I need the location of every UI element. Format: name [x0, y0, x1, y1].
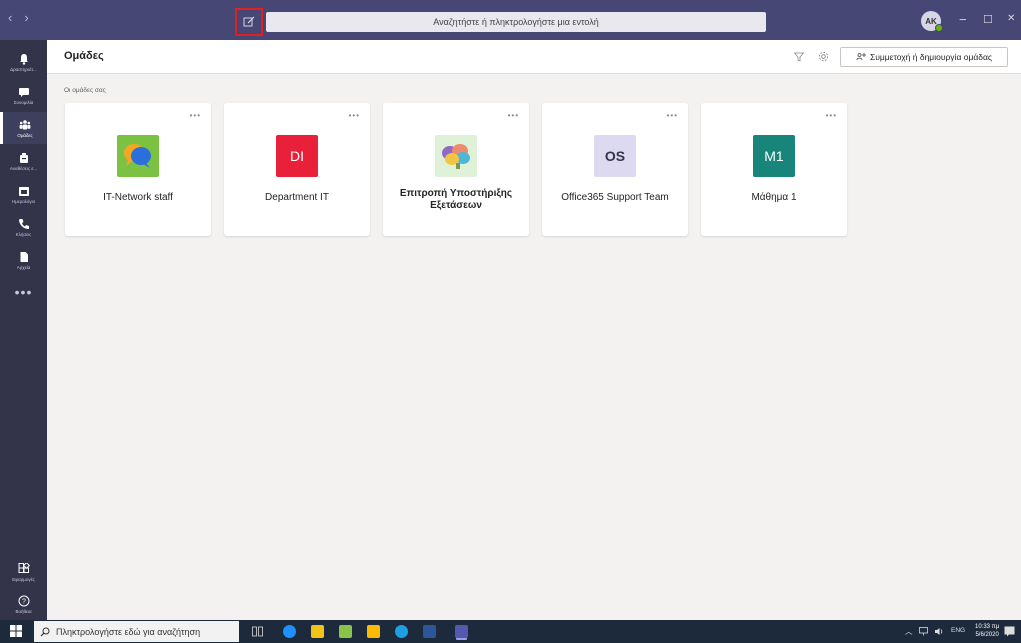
teams-main: Ομάδες Συμμετοχή ή δημιουργία ομάδας Οι … — [47, 40, 1021, 620]
rail-teams[interactable]: Ομάδες — [0, 112, 47, 144]
team-name: Office365 Support Team — [561, 192, 669, 203]
team-logo-brain-icon — [435, 135, 477, 177]
app-icon[interactable] — [339, 625, 352, 638]
section-label: Οι ομάδες σας — [64, 87, 106, 94]
rail-chat[interactable]: Συνομιλία — [0, 79, 47, 111]
taskbar-search-placeholder: Πληκτρολογήστε εδώ για αναζήτηση — [56, 626, 201, 637]
team-card[interactable]: ••• IT-Network staff — [65, 103, 211, 236]
maximize-button[interactable]: ☐ — [983, 13, 993, 26]
windows-start-icon[interactable] — [10, 625, 22, 637]
teams-icon — [19, 119, 31, 129]
rail-calls[interactable]: Κλήσεις — [0, 211, 47, 243]
back-button[interactable]: ‹ — [8, 10, 12, 25]
notifications-icon[interactable] — [1004, 626, 1015, 637]
rail-apps[interactable]: Εφαρμογές — [0, 556, 47, 588]
team-card[interactable]: ••• DI Department IT — [224, 103, 370, 236]
card-more-button[interactable]: ••• — [508, 111, 519, 120]
word-icon[interactable] — [423, 625, 436, 638]
nav-arrows: ‹ › — [8, 10, 29, 25]
task-view-icon[interactable] — [252, 626, 263, 637]
chat-icon — [18, 87, 29, 97]
card-more-button[interactable]: ••• — [826, 111, 837, 120]
assignments-icon — [19, 152, 28, 163]
edge-icon[interactable] — [283, 625, 296, 638]
files-icon — [20, 251, 28, 262]
clock[interactable]: 10:33 πμ 5/6/2020 — [975, 623, 999, 639]
rail-files[interactable]: Αρχεία — [0, 244, 47, 276]
avatar[interactable]: AK — [921, 11, 943, 32]
card-more-button[interactable]: ••• — [667, 111, 678, 120]
store-icon[interactable] — [311, 625, 324, 638]
team-name: IT-Network staff — [103, 192, 173, 203]
browser-icon[interactable] — [395, 625, 408, 638]
svg-text:?: ? — [22, 598, 26, 605]
team-logo-chat-icon — [117, 135, 159, 177]
team-name: Επιτροπή Υποστήριξης Εξετάσεων — [399, 188, 513, 211]
rail-calendar[interactable]: Ημερολόγιο — [0, 178, 47, 210]
team-card[interactable]: ••• M1 Μάθημα 1 — [701, 103, 847, 236]
close-button[interactable]: ✕ — [1007, 13, 1015, 24]
windows-taskbar: Πληκτρολογήστε εδώ για αναζήτηση ︿ ENG 1… — [0, 620, 1021, 643]
calendar-icon — [18, 186, 29, 196]
minimize-button[interactable]: − — [959, 12, 967, 27]
phone-icon — [18, 218, 29, 229]
teams-taskbar-icon[interactable] — [455, 625, 468, 638]
rail-activity[interactable]: Δραστηριότ... — [0, 46, 47, 78]
team-tile: M1 — [753, 135, 795, 177]
compose-icon — [243, 16, 255, 27]
new-chat-button[interactable] — [235, 8, 263, 36]
file-explorer-icon[interactable] — [367, 625, 380, 638]
bell-icon — [19, 53, 28, 65]
filter-icon[interactable] — [794, 52, 804, 62]
volume-icon[interactable] — [934, 627, 945, 636]
page-title: Ομάδες — [64, 50, 104, 62]
team-card[interactable]: ••• OS Office365 Support Team — [542, 103, 688, 236]
presence-available-icon — [935, 24, 943, 32]
app-rail: Δραστηριότ... Συνομιλία Ομάδες Αναθέσεις… — [0, 40, 47, 620]
tray-chevron-icon[interactable]: ︿ — [905, 626, 913, 637]
team-name: Μάθημα 1 — [751, 192, 797, 203]
join-or-create-team-button[interactable]: Συμμετοχή ή δημιουργία ομάδας — [840, 47, 1008, 67]
search-icon — [40, 627, 50, 636]
forward-button[interactable]: › — [24, 10, 28, 25]
rail-assignments[interactable]: Αναθέσεις ε... — [0, 145, 47, 177]
page-header: Ομάδες Συμμετοχή ή δημιουργία ομάδας — [47, 40, 1021, 74]
team-tile: DI — [276, 135, 318, 177]
search-placeholder: Αναζητήστε ή πληκτρολογήστε μια εντολή — [433, 17, 599, 27]
apps-icon — [18, 562, 30, 573]
title-bar: ‹ › Αναζητήστε ή πληκτρολογήστε μια εντο… — [0, 0, 1021, 40]
gear-icon[interactable] — [818, 51, 829, 62]
card-more-button[interactable]: ••• — [349, 111, 360, 120]
team-name: Department IT — [265, 192, 329, 203]
join-button-label: Συμμετοχή ή δημιουργία ομάδας — [869, 52, 992, 62]
command-search-input[interactable]: Αναζητήστε ή πληκτρολογήστε μια εντολή — [266, 12, 766, 32]
add-team-icon — [856, 53, 866, 61]
taskbar-search-input[interactable]: Πληκτρολογήστε εδώ για αναζήτηση — [34, 621, 239, 642]
rail-help[interactable]: ? Βοήθεια — [0, 588, 47, 620]
help-icon: ? — [18, 595, 29, 606]
card-more-button[interactable]: ••• — [190, 111, 201, 120]
team-card[interactable]: ••• Επιτροπή Υποστήριξης Εξετάσεων — [383, 103, 529, 236]
team-tile: OS — [594, 135, 636, 177]
rail-more-button[interactable]: ••• — [0, 284, 47, 300]
language-indicator[interactable]: ENG — [951, 627, 965, 634]
network-icon[interactable] — [919, 627, 930, 636]
